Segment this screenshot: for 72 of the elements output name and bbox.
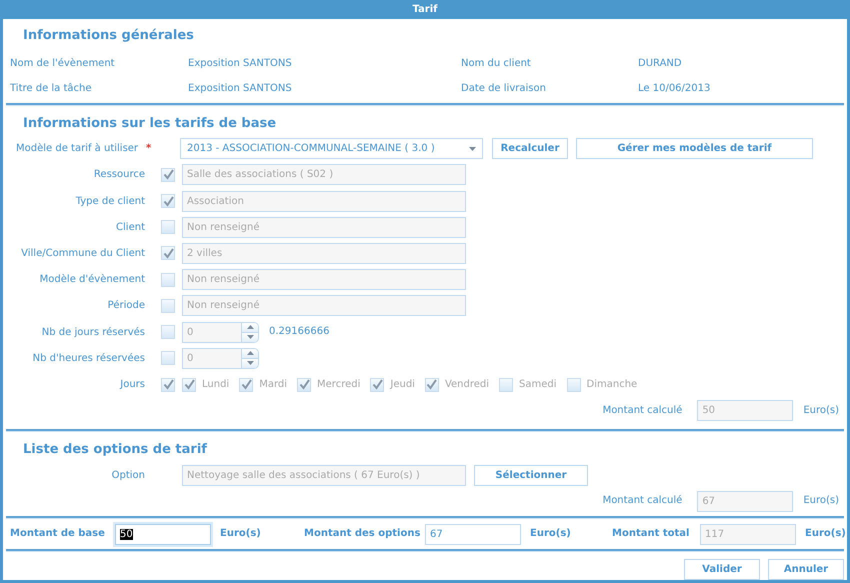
- field-label: Client: [115, 220, 145, 235]
- section-title: Liste des options de tarif: [22, 442, 208, 458]
- button[interactable]: Valider: [684, 558, 760, 580]
- day-label: Lundi: [202, 378, 230, 392]
- currency-label: Euro(s): [220, 527, 262, 542]
- currency-label: Euro(s): [803, 494, 839, 508]
- field-label: Période: [106, 299, 145, 314]
- checkbox[interactable]: [499, 378, 514, 392]
- text-field: Non renseigné: [182, 295, 466, 316]
- section-title: Informations générales: [22, 28, 195, 44]
- field-label: Nb d'heures réservées: [32, 352, 145, 366]
- arrow-down-icon: [246, 335, 254, 340]
- day-label: Jeudi: [390, 378, 415, 392]
- field-label: Nb de jours réservés: [40, 326, 145, 340]
- field-label: Type de client: [74, 194, 145, 209]
- field-label: Option: [110, 468, 145, 482]
- checkbox[interactable]: [182, 378, 196, 392]
- field-label: Nom du client: [461, 57, 532, 71]
- option-field: Nettoyage salle des associations ( 67 Euro(s) ): [182, 464, 466, 486]
- field-label: Montant calculé: [602, 494, 682, 508]
- text-field: Salle des associations ( S02 ): [182, 164, 466, 186]
- button[interactable]: Gérer mes modèles de tarif: [576, 138, 813, 160]
- text-field: 2 villes: [182, 242, 466, 264]
- total-label: Montant total: [612, 527, 690, 542]
- computed-value: 0.29166666: [269, 325, 330, 340]
- amount-field: 117: [700, 524, 796, 545]
- day-label: Vendredi: [444, 378, 490, 392]
- model-dropdown[interactable]: 2013 - ASSOCIATION-COMMUNAL-SEMAINE ( 3.0 ): [180, 138, 483, 160]
- text-field: Non renseigné: [182, 216, 466, 238]
- total-label: Montant des options: [304, 527, 422, 542]
- arrow-up-icon: [246, 351, 254, 356]
- amount-field[interactable]: 50: [697, 400, 794, 422]
- amount-field[interactable]: 67: [697, 490, 794, 512]
- checkbox[interactable]: [370, 378, 384, 392]
- field-label: Modèle d'évènement: [38, 273, 145, 288]
- currency-label: Euro(s): [803, 404, 839, 418]
- field-label: Date de livraison: [461, 82, 547, 96]
- currency-label: Euro(s): [805, 527, 846, 542]
- field-label: Jours: [118, 378, 145, 392]
- amount-field[interactable]: 50: [115, 524, 211, 545]
- field-label: Nom de l'évènement: [10, 57, 116, 71]
- amount-field[interactable]: 67: [425, 524, 521, 545]
- arrow-up-icon: [246, 325, 254, 330]
- button[interactable]: Recalculer: [492, 138, 568, 160]
- field-value: Exposition SANTONS: [188, 82, 293, 96]
- section-title: Informations sur les tarifs de base: [22, 116, 278, 132]
- text-field: Association: [182, 190, 466, 212]
- window-title: Tarif: [0, 0, 850, 19]
- day-label: Samedi: [519, 378, 557, 392]
- field-label: Montant calculé: [602, 404, 682, 418]
- day-label: Mardi: [259, 378, 288, 392]
- text-field: Non renseigné: [182, 269, 466, 290]
- field-value: Le 10/06/2013: [638, 82, 712, 96]
- checkbox[interactable]: [566, 378, 581, 392]
- checkbox[interactable]: [239, 378, 254, 392]
- checkbox[interactable]: [424, 378, 439, 392]
- field-value: Exposition SANTONS: [188, 57, 293, 71]
- total-label: Montant de base: [10, 527, 106, 542]
- checkbox[interactable]: [161, 378, 175, 392]
- caret-icon: [469, 146, 476, 151]
- field-label: Ville/Commune du Client: [20, 246, 145, 261]
- field-label: Modèle de tarif à utiliser: [16, 142, 138, 156]
- day-label: Dimanche: [586, 378, 638, 392]
- currency-label: Euro(s): [530, 527, 572, 542]
- field-value: DURAND: [638, 57, 683, 71]
- required-mark: *: [146, 142, 152, 156]
- field-label: Titre de la tâche: [10, 82, 93, 96]
- arrow-down-icon: [246, 361, 254, 366]
- field-label: Ressource: [92, 168, 145, 182]
- day-label: Mercredi: [317, 378, 360, 392]
- checkbox[interactable]: [297, 378, 312, 392]
- button[interactable]: Annuler: [768, 558, 844, 580]
